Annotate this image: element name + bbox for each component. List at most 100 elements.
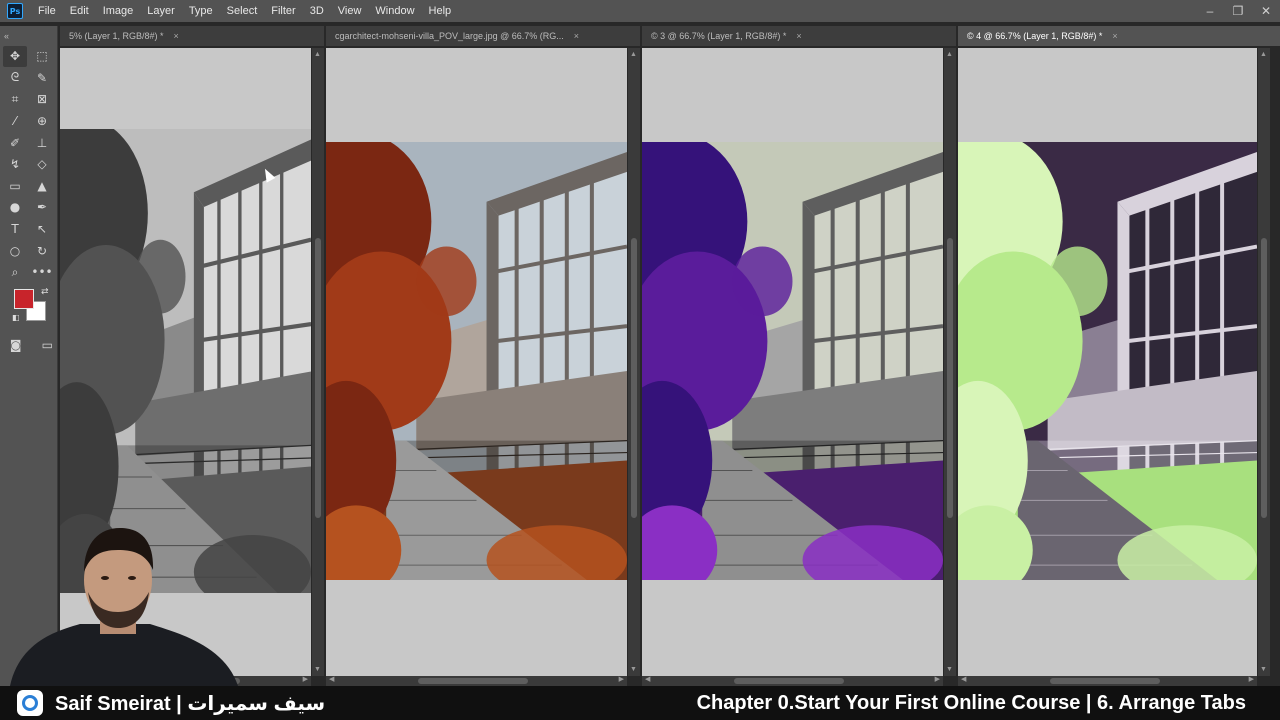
eyedropper-icon[interactable]: ⁄ — [3, 111, 27, 132]
presenter-webcam — [0, 520, 250, 686]
scroll-up-icon[interactable]: ▲ — [630, 51, 637, 58]
menu: File Edit Image Layer Type Select Filter… — [31, 0, 458, 22]
eraser-icon[interactable]: ◇ — [30, 154, 54, 175]
scroll-right-icon[interactable]: ▶ — [1249, 675, 1254, 683]
gradient-icon[interactable]: ▭ — [3, 176, 27, 197]
vertical-scrollbar[interactable]: ▲ ▼ — [1258, 48, 1270, 676]
horizontal-scrollbar[interactable]: ◀ ▶ — [326, 676, 627, 686]
panel-collapse-icon[interactable]: « — [0, 26, 57, 46]
screen-mode-icon[interactable]: ▭ — [38, 335, 58, 356]
tab-label: © 4 @ 66.7% (Layer 1, RGB/8#) * — [967, 31, 1103, 41]
vertical-scrollbar[interactable]: ▲ ▼ — [944, 48, 956, 676]
type-icon[interactable]: T — [3, 219, 27, 240]
photo-inverted — [958, 142, 1257, 580]
canvas[interactable] — [326, 48, 627, 676]
photo-purple — [642, 142, 943, 580]
move-icon[interactable]: ✥ — [3, 46, 27, 67]
menu-image[interactable]: Image — [96, 0, 141, 22]
default-colors-icon[interactable]: ◧ — [12, 313, 20, 322]
scroll-thumb[interactable] — [1050, 678, 1160, 684]
scroll-left-icon[interactable]: ◀ — [329, 675, 334, 683]
horizontal-scrollbar[interactable]: ◀ ▶ — [642, 676, 943, 686]
photoshop-logo-icon: Ps — [7, 3, 23, 19]
vertical-scrollbar[interactable]: ▲ ▼ — [312, 48, 324, 676]
menu-edit[interactable]: Edit — [63, 0, 96, 22]
menu-filter[interactable]: Filter — [264, 0, 302, 22]
scroll-thumb[interactable] — [1261, 238, 1267, 518]
scroll-thumb[interactable] — [315, 238, 321, 518]
scroll-right-icon[interactable]: ▶ — [303, 675, 308, 683]
menu-select[interactable]: Select — [220, 0, 265, 22]
quick-select-icon[interactable]: ✎ — [30, 68, 54, 89]
scroll-down-icon[interactable]: ▼ — [946, 666, 953, 673]
tab-close-icon[interactable]: × — [1112, 31, 1117, 41]
tool-grid: ✥ ⬚ ᘓ ✎ ⌗ ⊠ ⁄ ⊕ ✐ ⊥ ↯ ◇ ▭ ▲ ● ✒ T ↖ ○ ↻ … — [0, 46, 57, 283]
dodge-icon[interactable]: ● — [3, 197, 27, 218]
presenter-image — [10, 528, 238, 686]
scroll-thumb[interactable] — [947, 238, 953, 518]
scroll-thumb[interactable] — [631, 238, 637, 518]
zoom-icon[interactable]: ⌕ — [3, 262, 27, 283]
tab-close-icon[interactable]: × — [174, 31, 179, 41]
scroll-left-icon[interactable]: ◀ — [645, 675, 650, 683]
scroll-thumb[interactable] — [418, 678, 528, 684]
tab-close-icon[interactable]: × — [796, 31, 801, 41]
tab-label: © 3 @ 66.7% (Layer 1, RGB/8#) * — [651, 31, 787, 41]
foreground-color[interactable] — [14, 288, 34, 309]
healing-icon[interactable]: ⊕ — [30, 111, 54, 132]
scroll-up-icon[interactable]: ▲ — [1260, 51, 1267, 58]
channel-logo-icon — [17, 690, 43, 716]
tab-doc-1[interactable]: 5% (Layer 1, RGB/8#) * × — [60, 26, 324, 46]
chapter-title: Chapter 0.Start Your First Online Course… — [696, 691, 1246, 714]
horizontal-scrollbar[interactable]: ◀ ▶ — [958, 676, 1257, 686]
blur-icon[interactable]: ▲ — [30, 176, 54, 197]
menu-3d[interactable]: 3D — [303, 0, 331, 22]
path-select-icon[interactable]: ↖ — [30, 219, 54, 240]
close-window-icon[interactable]: ✕ — [1252, 0, 1280, 22]
scroll-right-icon[interactable]: ▶ — [935, 675, 940, 683]
canvas[interactable] — [642, 48, 943, 676]
scroll-left-icon[interactable]: ◀ — [961, 675, 966, 683]
pen-icon[interactable]: ✒ — [30, 197, 54, 218]
swap-colors-icon[interactable]: ⇄ — [41, 286, 49, 297]
rotate-view-icon[interactable]: ↻ — [30, 240, 54, 261]
quick-mask-icon[interactable]: ◙ — [6, 335, 26, 356]
scroll-down-icon[interactable]: ▼ — [1260, 666, 1267, 673]
document-pane-2: cgarchitect-mohseni-villa_POV_large.jpg … — [326, 26, 640, 686]
window-controls: – ❐ ✕ — [1196, 0, 1280, 22]
scroll-down-icon[interactable]: ▼ — [314, 666, 321, 673]
ellipse-icon[interactable]: ○ — [3, 240, 27, 261]
more-tools-icon[interactable]: ••• — [30, 262, 54, 283]
scroll-thumb[interactable] — [734, 678, 844, 684]
mode-row: ◙ ▭ — [0, 335, 57, 356]
scroll-down-icon[interactable]: ▼ — [630, 666, 637, 673]
menu-layer[interactable]: Layer — [140, 0, 182, 22]
menu-window[interactable]: Window — [368, 0, 421, 22]
menu-help[interactable]: Help — [422, 0, 459, 22]
crop-icon[interactable]: ⌗ — [3, 89, 27, 110]
canvas[interactable] — [958, 48, 1257, 676]
history-brush-icon[interactable]: ↯ — [3, 154, 27, 175]
menu-file[interactable]: File — [31, 0, 63, 22]
photo-original — [326, 142, 627, 580]
marquee-icon[interactable]: ⬚ — [30, 46, 54, 67]
tab-doc-3[interactable]: © 3 @ 66.7% (Layer 1, RGB/8#) * × — [642, 26, 956, 46]
scroll-right-icon[interactable]: ▶ — [619, 675, 624, 683]
scroll-up-icon[interactable]: ▲ — [946, 51, 953, 58]
tab-doc-4[interactable]: © 4 @ 66.7% (Layer 1, RGB/8#) * × — [958, 26, 1280, 46]
brush-icon[interactable]: ✐ — [3, 132, 27, 153]
tab-close-icon[interactable]: × — [574, 31, 579, 41]
caption-bar: Saif Smeirat | سيف سميرات Chapter 0.Star… — [0, 686, 1280, 720]
vertical-scrollbar[interactable]: ▲ ▼ — [628, 48, 640, 676]
menu-view[interactable]: View — [331, 0, 369, 22]
menu-type[interactable]: Type — [182, 0, 220, 22]
scroll-up-icon[interactable]: ▲ — [314, 51, 321, 58]
minimize-icon[interactable]: – — [1196, 0, 1224, 22]
frame-icon[interactable]: ⊠ — [30, 89, 54, 110]
lasso-icon[interactable]: ᘓ — [3, 68, 27, 89]
restore-icon[interactable]: ❐ — [1224, 0, 1252, 22]
menu-bar: Ps File Edit Image Layer Type Select Fil… — [0, 0, 1280, 22]
tab-doc-2[interactable]: cgarchitect-mohseni-villa_POV_large.jpg … — [326, 26, 640, 46]
presenter-name: Saif Smeirat | سيف سميرات — [55, 692, 326, 715]
stamp-icon[interactable]: ⊥ — [30, 132, 54, 153]
